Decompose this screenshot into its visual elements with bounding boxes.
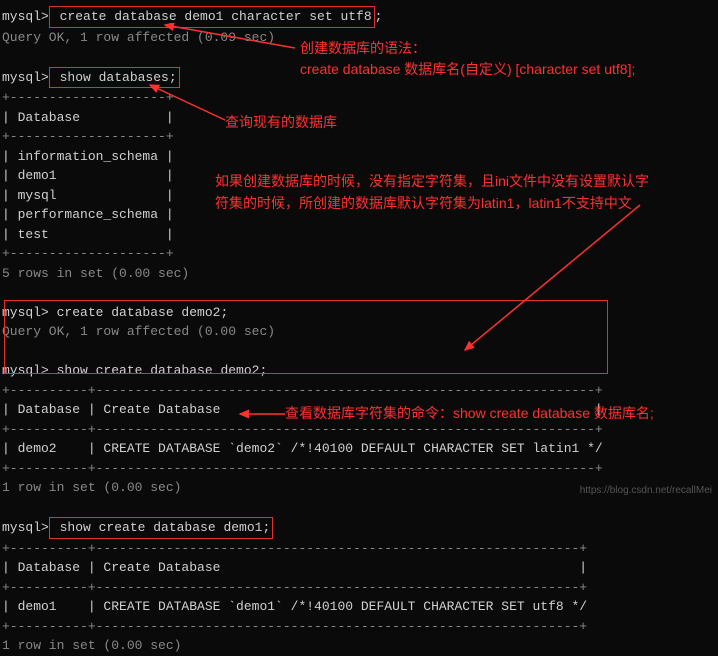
table-border: +----------+----------------------------… bbox=[0, 617, 718, 637]
table-border: +----------+----------------------------… bbox=[0, 578, 718, 598]
terminal-line: mysql> show create database demo1; bbox=[0, 517, 718, 539]
table-border: +--------------------+ bbox=[0, 127, 718, 147]
highlight-box-demo2 bbox=[4, 300, 608, 374]
cmd-show-create-demo1: show create database demo1; bbox=[49, 517, 273, 539]
cmd-show-databases: show databases; bbox=[49, 67, 180, 89]
table-row: | demo2 | CREATE DATABASE `demo2` /*!401… bbox=[0, 439, 718, 459]
mysql-prompt: mysql> bbox=[2, 520, 49, 535]
annotation-show-create: 查看数据库字符集的命令：show create database 数据库名; bbox=[285, 403, 654, 424]
annotation-query-existing: 查询现有的数据库 bbox=[225, 112, 337, 133]
table-row: | test | bbox=[0, 225, 718, 245]
terminal-line: mysql> create database demo1 character s… bbox=[0, 6, 718, 28]
table-header: | Database | bbox=[0, 108, 718, 128]
annotation-latin1-note: 如果创建数据库的时候，没有指定字符集，且ini文件中没有设置默认字 符集的时候，… bbox=[215, 170, 649, 215]
table-row: | information_schema | bbox=[0, 147, 718, 167]
table-header: | Database | Create Database | bbox=[0, 558, 718, 578]
table-border: +--------------------+ bbox=[0, 88, 718, 108]
table-border: +----------+----------------------------… bbox=[0, 459, 718, 479]
table-row: | demo1 | CREATE DATABASE `demo1` /*!401… bbox=[0, 597, 718, 617]
table-border: +--------------------+ bbox=[0, 244, 718, 264]
query-result: 1 row in set (0.00 sec) bbox=[0, 636, 718, 656]
table-border: +----------+----------------------------… bbox=[0, 381, 718, 401]
cmd-create-demo1: create database demo1 character set utf8 bbox=[49, 6, 375, 28]
mysql-prompt: mysql> bbox=[2, 9, 49, 24]
annotation-create-syntax: 创建数据库的语法： create database 数据库名(自定义) [cha… bbox=[300, 38, 635, 80]
watermark: https://blog.csdn.net/recallMei bbox=[580, 483, 712, 498]
table-border: +----------+----------------------------… bbox=[0, 539, 718, 559]
query-result: 5 rows in set (0.00 sec) bbox=[0, 264, 718, 284]
mysql-prompt: mysql> bbox=[2, 70, 49, 85]
